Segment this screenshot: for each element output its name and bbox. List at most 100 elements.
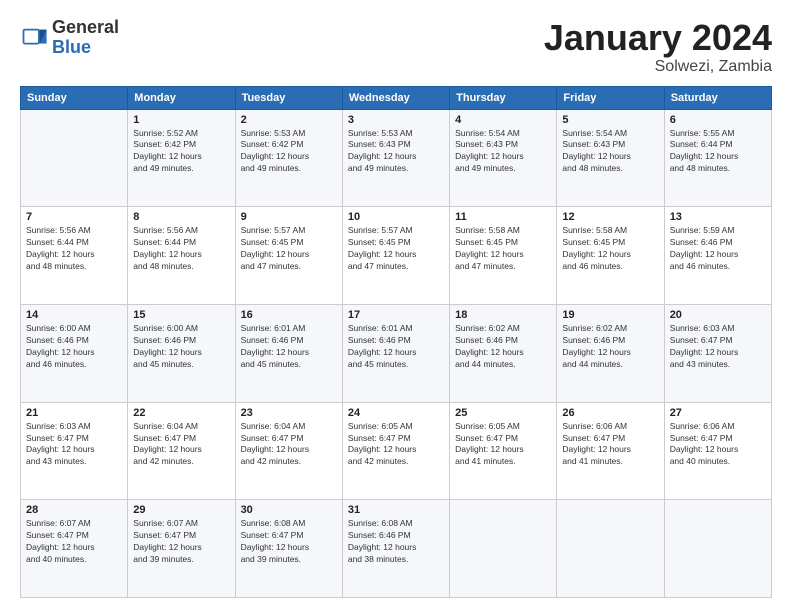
logo-general: General — [52, 17, 119, 37]
day-info: Sunrise: 6:05 AM Sunset: 6:47 PM Dayligh… — [455, 421, 551, 469]
day-number: 18 — [455, 309, 551, 321]
calendar-week-row: 7 Sunrise: 5:56 AM Sunset: 6:44 PM Daylig… — [21, 207, 772, 305]
day-info: Sunrise: 6:07 AM Sunset: 6:47 PM Dayligh… — [26, 518, 122, 566]
day-number: 6 — [670, 114, 766, 126]
calendar-week-row: 21Sunrise: 6:03 AM Sunset: 6:47 PM Dayli… — [21, 402, 772, 500]
day-number: 2 — [241, 114, 337, 126]
day-info: Sunrise: 5:57 AM Sunset: 6:45 PM Dayligh… — [241, 225, 337, 273]
day-info: Sunrise: 6:01 AM Sunset: 6:46 PM Dayligh… — [241, 323, 337, 371]
calendar-cell: 11 Sunrise: 5:58 AM Sunset: 6:45 PM Dayli… — [450, 207, 557, 305]
day-number: 16 — [241, 309, 337, 321]
day-number: 11 — [455, 211, 551, 223]
calendar-cell: 7 Sunrise: 5:56 AM Sunset: 6:44 PM Daylig… — [21, 207, 128, 305]
calendar-cell: 28Sunrise: 6:07 AM Sunset: 6:47 PM Dayli… — [21, 500, 128, 598]
calendar-cell: 30 Sunrise: 6:08 AM Sunset: 6:47 PM Dayli… — [235, 500, 342, 598]
day-number: 29 — [133, 504, 229, 516]
logo: General Blue — [20, 18, 119, 58]
day-info: Sunrise: 5:59 AM Sunset: 6:46 PM Dayligh… — [670, 225, 766, 273]
calendar-cell: 26Sunrise: 6:06 AM Sunset: 6:47 PM Dayli… — [557, 402, 664, 500]
day-info: Sunrise: 6:00 AM Sunset: 6:46 PM Dayligh… — [133, 323, 229, 371]
weekday-header: Thursday — [450, 86, 557, 109]
logo-icon — [20, 24, 48, 52]
calendar-cell: 29 Sunrise: 6:07 AM Sunset: 6:47 PM Dayli… — [128, 500, 235, 598]
weekday-header: Saturday — [664, 86, 771, 109]
calendar-cell: 9 Sunrise: 5:57 AM Sunset: 6:45 PM Daylig… — [235, 207, 342, 305]
day-number: 27 — [670, 407, 766, 419]
calendar-cell: 24Sunrise: 6:05 AM Sunset: 6:47 PM Dayli… — [342, 402, 449, 500]
calendar-cell: 31Sunrise: 6:08 AM Sunset: 6:46 PM Dayli… — [342, 500, 449, 598]
day-number: 25 — [455, 407, 551, 419]
day-info: Sunrise: 6:06 AM Sunset: 6:47 PM Dayligh… — [670, 421, 766, 469]
logo-text: General Blue — [52, 18, 119, 58]
calendar-cell: 14 Sunrise: 6:00 AM Sunset: 6:46 PM Dayli… — [21, 304, 128, 402]
header: General Blue January 2024 Solwezi, Zambi… — [20, 18, 772, 76]
day-info: Sunrise: 6:02 AM Sunset: 6:46 PM Dayligh… — [455, 323, 551, 371]
day-number: 31 — [348, 504, 444, 516]
calendar-week-row: 14 Sunrise: 6:00 AM Sunset: 6:46 PM Dayli… — [21, 304, 772, 402]
calendar-cell: 10Sunrise: 5:57 AM Sunset: 6:45 PM Dayli… — [342, 207, 449, 305]
day-number: 5 — [562, 114, 658, 126]
month-title: January 2024 — [544, 18, 772, 58]
day-info: Sunrise: 5:54 AM Sunset: 6:43 PM Dayligh… — [562, 128, 658, 176]
calendar-cell: 3 Sunrise: 5:53 AM Sunset: 6:43 PM Daylig… — [342, 109, 449, 207]
calendar-cell: 15 Sunrise: 6:00 AM Sunset: 6:46 PM Dayli… — [128, 304, 235, 402]
day-number: 1 — [133, 114, 229, 126]
day-number: 15 — [133, 309, 229, 321]
day-number: 26 — [562, 407, 658, 419]
calendar-cell: 23Sunrise: 6:04 AM Sunset: 6:47 PM Dayli… — [235, 402, 342, 500]
day-number: 3 — [348, 114, 444, 126]
day-info: Sunrise: 6:04 AM Sunset: 6:47 PM Dayligh… — [241, 421, 337, 469]
calendar-cell: 21Sunrise: 6:03 AM Sunset: 6:47 PM Dayli… — [21, 402, 128, 500]
calendar-cell: 8 Sunrise: 5:56 AM Sunset: 6:44 PM Daylig… — [128, 207, 235, 305]
day-info: Sunrise: 6:01 AM Sunset: 6:46 PM Dayligh… — [348, 323, 444, 371]
day-number: 30 — [241, 504, 337, 516]
calendar-header: SundayMondayTuesdayWednesdayThursdayFrid… — [21, 86, 772, 109]
calendar-week-row: 28Sunrise: 6:07 AM Sunset: 6:47 PM Dayli… — [21, 500, 772, 598]
day-number: 13 — [670, 211, 766, 223]
day-info: Sunrise: 5:56 AM Sunset: 6:44 PM Dayligh… — [133, 225, 229, 273]
calendar-cell: 18 Sunrise: 6:02 AM Sunset: 6:46 PM Dayli… — [450, 304, 557, 402]
calendar-cell: 20 Sunrise: 6:03 AM Sunset: 6:47 PM Dayli… — [664, 304, 771, 402]
day-number: 7 — [26, 211, 122, 223]
day-info: Sunrise: 6:00 AM Sunset: 6:46 PM Dayligh… — [26, 323, 122, 371]
day-info: Sunrise: 5:56 AM Sunset: 6:44 PM Dayligh… — [26, 225, 122, 273]
day-info: Sunrise: 6:02 AM Sunset: 6:46 PM Dayligh… — [562, 323, 658, 371]
day-number: 12 — [562, 211, 658, 223]
day-info: Sunrise: 5:57 AM Sunset: 6:45 PM Dayligh… — [348, 225, 444, 273]
calendar-cell: 2Sunrise: 5:53 AM Sunset: 6:42 PM Daylig… — [235, 109, 342, 207]
weekday-header: Tuesday — [235, 86, 342, 109]
day-number: 17 — [348, 309, 444, 321]
calendar-cell: 17 Sunrise: 6:01 AM Sunset: 6:46 PM Dayli… — [342, 304, 449, 402]
day-info: Sunrise: 5:58 AM Sunset: 6:45 PM Dayligh… — [562, 225, 658, 273]
day-info: Sunrise: 6:04 AM Sunset: 6:47 PM Dayligh… — [133, 421, 229, 469]
calendar-cell: 22Sunrise: 6:04 AM Sunset: 6:47 PM Dayli… — [128, 402, 235, 500]
calendar-table: SundayMondayTuesdayWednesdayThursdayFrid… — [20, 86, 772, 598]
day-info: Sunrise: 5:58 AM Sunset: 6:45 PM Dayligh… — [455, 225, 551, 273]
day-number: 19 — [562, 309, 658, 321]
location-title: Solwezi, Zambia — [544, 58, 772, 76]
calendar-cell: 1Sunrise: 5:52 AM Sunset: 6:42 PM Daylig… — [128, 109, 235, 207]
day-number: 9 — [241, 211, 337, 223]
calendar-cell: 27 Sunrise: 6:06 AM Sunset: 6:47 PM Dayli… — [664, 402, 771, 500]
day-info: Sunrise: 6:07 AM Sunset: 6:47 PM Dayligh… — [133, 518, 229, 566]
day-number: 20 — [670, 309, 766, 321]
calendar-cell — [450, 500, 557, 598]
calendar-cell: 13 Sunrise: 5:59 AM Sunset: 6:46 PM Dayli… — [664, 207, 771, 305]
calendar-cell — [557, 500, 664, 598]
day-number: 14 — [26, 309, 122, 321]
day-info: Sunrise: 5:54 AM Sunset: 6:43 PM Dayligh… — [455, 128, 551, 176]
calendar-cell: 6 Sunrise: 5:55 AM Sunset: 6:44 PM Daylig… — [664, 109, 771, 207]
calendar-cell: 5 Sunrise: 5:54 AM Sunset: 6:43 PM Daylig… — [557, 109, 664, 207]
day-info: Sunrise: 6:08 AM Sunset: 6:47 PM Dayligh… — [241, 518, 337, 566]
day-info: Sunrise: 6:03 AM Sunset: 6:47 PM Dayligh… — [670, 323, 766, 371]
day-info: Sunrise: 5:53 AM Sunset: 6:43 PM Dayligh… — [348, 128, 444, 176]
day-number: 4 — [455, 114, 551, 126]
calendar-cell — [21, 109, 128, 207]
day-number: 24 — [348, 407, 444, 419]
day-number: 8 — [133, 211, 229, 223]
calendar-cell: 12 Sunrise: 5:58 AM Sunset: 6:45 PM Dayli… — [557, 207, 664, 305]
calendar-cell: 4 Sunrise: 5:54 AM Sunset: 6:43 PM Daylig… — [450, 109, 557, 207]
calendar-cell: 16 Sunrise: 6:01 AM Sunset: 6:46 PM Dayli… — [235, 304, 342, 402]
day-number: 21 — [26, 407, 122, 419]
day-info: Sunrise: 5:55 AM Sunset: 6:44 PM Dayligh… — [670, 128, 766, 176]
